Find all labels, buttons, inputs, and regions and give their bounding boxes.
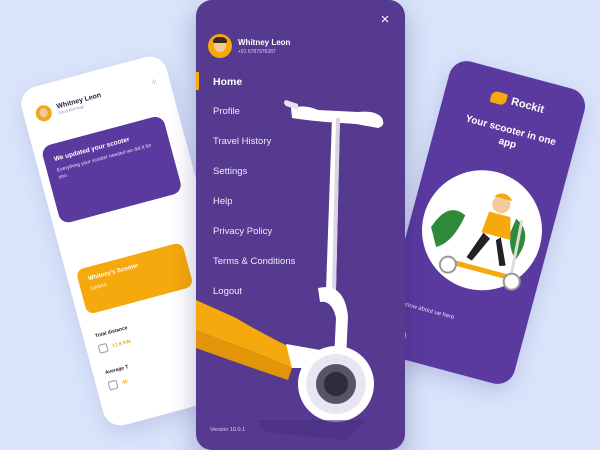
- brand: Rockit: [489, 90, 545, 116]
- active-indicator: [196, 72, 199, 90]
- menu-item-help[interactable]: Help: [213, 196, 295, 226]
- avatar[interactable]: [34, 103, 54, 124]
- update-notice-card[interactable]: We updated your scooter Everything your …: [40, 114, 183, 225]
- tagline: Your scooter in one app: [464, 113, 558, 151]
- drawer-profile-header[interactable]: Whitney Leon +91 6787976287: [208, 34, 290, 58]
- map-icon: [97, 342, 109, 354]
- grid-menu-icon[interactable]: ⁘: [150, 77, 159, 87]
- close-icon[interactable]: ×: [377, 12, 393, 28]
- menu-item-privacy-policy[interactable]: Privacy Policy: [213, 226, 295, 256]
- menu-item-settings[interactable]: Settings: [213, 166, 295, 196]
- menu-item-logout[interactable]: Logout: [213, 286, 295, 316]
- avatar[interactable]: [208, 34, 232, 58]
- menu-item-travel-history[interactable]: Travel History: [213, 136, 295, 166]
- drawer-user-phone: +91 6787976287: [238, 48, 276, 55]
- app-version: Version 10.0.1: [210, 427, 246, 433]
- menu-item-home[interactable]: Home: [213, 76, 295, 106]
- dashboard-header: Whitney Leon Good Morning!: [34, 90, 104, 124]
- scooter-status-card[interactable]: Whitney's Scooter Locked: [75, 241, 194, 315]
- drawer-menu: Home Profile Travel History Settings Hel…: [213, 76, 295, 316]
- average-value: 40: [121, 378, 129, 387]
- distance-value: 17.8 KM: [111, 338, 132, 350]
- distance-label: Total distance: [94, 325, 129, 340]
- rockit-logo-icon: [489, 90, 509, 106]
- app-showcase: Whitney Leon Good Morning! ⁘ We updated …: [0, 0, 600, 450]
- menu-item-terms-conditions[interactable]: Terms & Conditions: [213, 256, 295, 286]
- speed-icon: [107, 379, 119, 391]
- brand-name: Rockit: [509, 95, 546, 116]
- onboarding-screen: Rockit Your scooter in one app u know ab…: [374, 57, 590, 388]
- navigation-drawer: × Whitney Leon +91 6787976287 Home Profi…: [196, 0, 405, 450]
- drawer-user-name: Whitney Leon: [238, 37, 291, 47]
- menu-item-profile[interactable]: Profile: [213, 106, 295, 136]
- rider-illustration: [408, 156, 556, 304]
- average-label: Average T: [104, 364, 130, 377]
